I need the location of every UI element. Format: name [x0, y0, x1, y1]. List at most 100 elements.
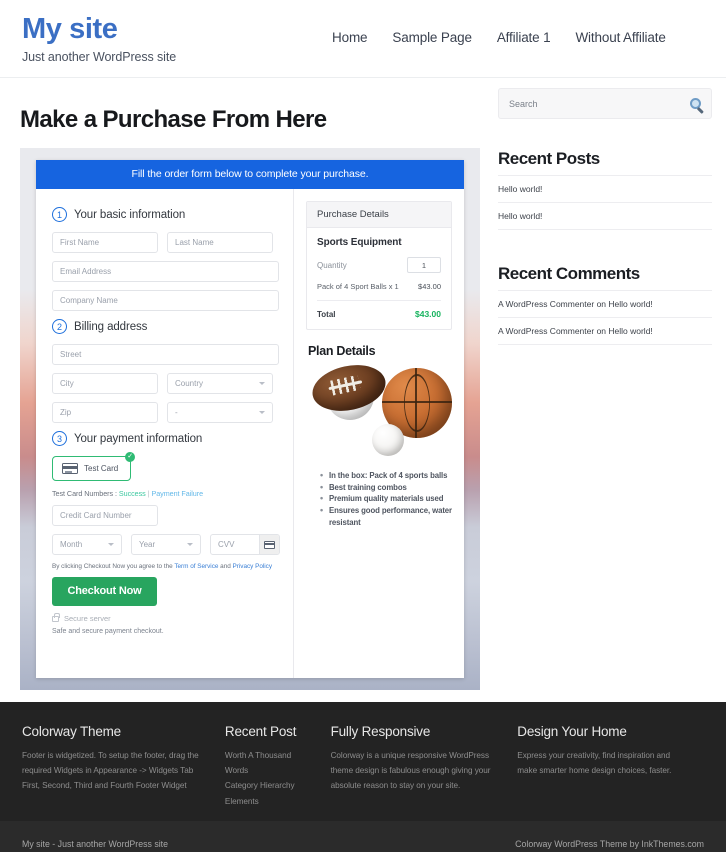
- checkout-card: Fill the order form below to complete yo…: [36, 160, 464, 678]
- zip-state-row: Zip -: [52, 402, 279, 423]
- street-input[interactable]: Street: [52, 344, 279, 365]
- credit-card-icon: [62, 463, 78, 474]
- nav-item-without-affiliate[interactable]: Without Affiliate: [575, 30, 665, 45]
- test-card-numbers-line: Test Card Numbers : Success | Payment Fa…: [52, 489, 279, 498]
- site-footer: Colorway Theme Footer is widgetized. To …: [0, 702, 726, 821]
- list-item[interactable]: Worth A Thousand Words: [225, 748, 315, 778]
- site-header: My site Just another WordPress site Home…: [0, 0, 726, 78]
- credit-card-number-input[interactable]: Credit Card Number: [52, 505, 158, 526]
- step-3-number: 3: [52, 431, 67, 446]
- search-icon[interactable]: [690, 98, 701, 109]
- quantity-input[interactable]: 1: [407, 257, 441, 273]
- footer-column-colorway-theme: Colorway Theme Footer is widgetized. To …: [22, 724, 225, 797]
- email-input[interactable]: Email Address: [52, 261, 279, 282]
- chevron-down-icon: [259, 382, 265, 385]
- test-card-success-link[interactable]: Success: [119, 489, 146, 498]
- line-item-row: Pack of 4 Sport Balls x 1 $43.00: [317, 282, 441, 291]
- step-2-header: 2 Billing address: [52, 319, 279, 334]
- form-backdrop-photo: Fill the order form below to complete yo…: [20, 148, 480, 690]
- city-country-row: City Country: [52, 373, 279, 394]
- recent-posts-title: Recent Posts: [498, 149, 600, 168]
- checkout-card-body: 1 Your basic information First Name Last…: [36, 189, 464, 678]
- terms-line: By clicking Checkout Now you agree to th…: [52, 563, 279, 570]
- brand[interactable]: My site Just another WordPress site: [22, 12, 177, 65]
- product-image-sports-balls: [308, 358, 452, 462]
- last-name-input[interactable]: Last Name: [167, 232, 273, 253]
- list-item: Premium quality materials used: [320, 492, 452, 505]
- chevron-down-icon: [259, 411, 265, 414]
- baseball-icon: [372, 424, 404, 456]
- cvv-input[interactable]: CVV: [210, 534, 280, 555]
- site-title: My site: [22, 13, 118, 45]
- email-row: Email Address: [52, 261, 279, 282]
- list-item[interactable]: Category Hierarchy: [225, 778, 315, 793]
- list-item[interactable]: A WordPress Commenter on Hello world!: [498, 290, 712, 317]
- search-input[interactable]: [509, 98, 649, 109]
- expiry-cvv-row: Month Year CVV: [52, 534, 280, 555]
- zip-input[interactable]: Zip: [52, 402, 158, 423]
- country-select[interactable]: Country: [167, 373, 273, 394]
- total-label: Total: [317, 309, 336, 319]
- list-item[interactable]: Elements: [225, 794, 315, 809]
- product-name: Sports Equipment: [317, 237, 402, 248]
- footer-column-recent-post: Recent Post Worth A Thousand Words Categ…: [225, 724, 331, 806]
- purchase-details-header: Purchase Details: [307, 202, 451, 228]
- expiry-month-value: Month: [60, 540, 83, 549]
- purchase-details-box: Purchase Details Sports Equipment Quanti…: [306, 201, 452, 330]
- secure-server-label: Secure server: [64, 614, 111, 623]
- quantity-row: Quantity 1: [317, 257, 441, 273]
- list-item[interactable]: Hello world!: [498, 175, 712, 202]
- search-box[interactable]: [498, 88, 712, 119]
- name-row: First Name Last Name: [52, 232, 279, 253]
- step-1-label: Your basic information: [74, 208, 186, 221]
- nav-item-home[interactable]: Home: [332, 30, 368, 45]
- state-select-value: -: [175, 408, 178, 417]
- footer-column-title: Design Your Home: [517, 724, 627, 739]
- nav-item-affiliate-1[interactable]: Affiliate 1: [497, 30, 551, 45]
- country-select-value: Country: [175, 379, 204, 388]
- list-item[interactable]: A WordPress Commenter on Hello world!: [498, 317, 712, 345]
- plan-details-title: Plan Details: [308, 344, 376, 358]
- footer-recent-post-list: Worth A Thousand Words Category Hierarch…: [225, 748, 315, 809]
- footer-bottom-bar: My site - Just another WordPress site Co…: [0, 821, 726, 852]
- test-card-method-tile[interactable]: Test Card ✓: [52, 452, 136, 481]
- lock-icon: [52, 613, 61, 622]
- expiry-year-select[interactable]: Year: [131, 534, 201, 555]
- checkout-now-button[interactable]: Checkout Now: [52, 577, 157, 606]
- total-value: $43.00: [415, 309, 441, 319]
- terms-of-service-link[interactable]: Term of Service: [174, 563, 218, 570]
- list-item: Best training combos: [320, 481, 452, 494]
- company-row: Company Name: [52, 290, 279, 311]
- terms-and: and: [218, 563, 233, 570]
- list-item[interactable]: Hello world!: [498, 202, 712, 230]
- line-item-label: Pack of 4 Sport Balls x 1: [317, 282, 399, 291]
- first-name-input[interactable]: First Name: [52, 232, 158, 253]
- chevron-down-icon: [108, 543, 114, 546]
- state-select[interactable]: -: [167, 402, 273, 423]
- page-title: Make a Purchase From Here: [20, 106, 327, 133]
- purchase-details-body: Sports Equipment Quantity 1 Pack of 4 Sp…: [307, 228, 451, 329]
- footer-column-design-your-home: Design Your Home Express your creativity…: [517, 724, 704, 797]
- divider: [317, 300, 441, 301]
- site-tagline: Just another WordPress site: [22, 50, 177, 65]
- order-form-banner: Fill the order form below to complete yo…: [36, 160, 464, 189]
- footer-column-text: Express your creativity, find inspiratio…: [517, 751, 672, 776]
- step-2-label: Billing address: [74, 320, 148, 333]
- check-icon: ✓: [125, 452, 136, 462]
- safe-checkout-note: Safe and secure payment checkout.: [52, 628, 164, 635]
- city-input[interactable]: City: [52, 373, 158, 394]
- footer-bottom-left: My site - Just another WordPress site: [22, 839, 169, 849]
- cvv-help-button[interactable]: [259, 535, 279, 554]
- step-1-number: 1: [52, 207, 67, 222]
- nav-item-sample-page[interactable]: Sample Page: [392, 30, 472, 45]
- footer-column-title: Fully Responsive: [330, 724, 431, 739]
- company-input[interactable]: Company Name: [52, 290, 279, 311]
- expiry-month-select[interactable]: Month: [52, 534, 122, 555]
- expiry-year-value: Year: [139, 540, 156, 549]
- football-icon: [308, 358, 390, 418]
- list-item: In the box: Pack of 4 sports balls: [320, 469, 452, 482]
- test-card-failure-link[interactable]: Payment Failure: [151, 489, 203, 498]
- footer-column-text: Footer is widgetized. To setup the foote…: [22, 751, 199, 791]
- total-row: Total $43.00: [317, 309, 441, 319]
- privacy-policy-link[interactable]: Privacy Policy: [233, 563, 273, 570]
